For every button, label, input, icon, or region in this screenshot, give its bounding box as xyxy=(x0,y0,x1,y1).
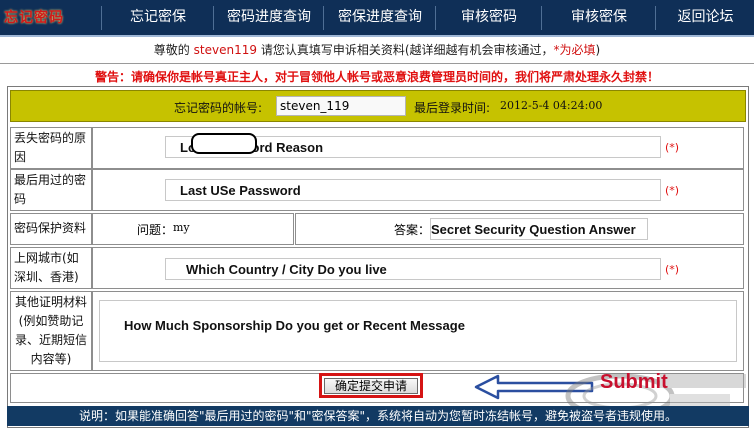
warning-text: 警告：请确保你是帐号真正主人，对于冒领他人帐号或恶意浪费管理员时间的，我们将严肃… xyxy=(94,70,659,84)
city-label: 上网城市(如深圳、香港) xyxy=(10,247,92,289)
question-label: 问题： xyxy=(137,223,174,237)
notice-required: *为必填 xyxy=(553,43,596,57)
answer-label: 答案： xyxy=(394,223,431,237)
top-nav: 忘记密码 忘记密保 密码进度查询 密保进度查询 审核密码 审核密保 返回论坛 xyxy=(0,0,754,35)
question-cell: 问题： my xyxy=(92,213,294,245)
nav-item-security-progress[interactable]: 密保进度查询 xyxy=(325,0,435,35)
answer-input[interactable] xyxy=(430,218,648,240)
last-password-cell: (*) xyxy=(92,169,744,211)
notice-suffix: ) xyxy=(595,43,601,57)
proof-textarea[interactable]: How Much Sponsorship Do you get or Recen… xyxy=(99,300,737,362)
nav-item-password-progress[interactable]: 密码进度查询 xyxy=(215,0,323,35)
nav-separator xyxy=(655,6,656,30)
last-login-value: 2012-5-4 04:24:00 xyxy=(500,99,603,112)
nav-separator xyxy=(435,6,436,30)
divider xyxy=(0,63,754,64)
city-input[interactable] xyxy=(165,258,661,280)
account-header-row: 忘记密码的帐号: 最后登录时间: 2012-5-4 04:24:00 xyxy=(10,90,746,122)
notice-middle: 请您认真填写申诉相关资料(越详细越有机会审核通过， xyxy=(260,43,554,57)
question-value: my xyxy=(173,221,190,234)
notice-prefix: 尊敬的 xyxy=(153,43,190,57)
nav-item-forgot-security[interactable]: 忘记密保 xyxy=(103,0,213,35)
site-logo: 忘记密码 xyxy=(4,10,64,26)
nav-underline xyxy=(0,35,754,37)
nav-item-back-to-forum[interactable]: 返回论坛 xyxy=(657,0,754,35)
proof-label: 其他证明材料(例如赞助记录、近期短信内容等) xyxy=(10,291,92,371)
notice-line: 尊敬的 steven119 请您认真填写申诉相关资料(越详细越有机会审核通过，*… xyxy=(0,41,754,58)
footer-note: 说明：如果能准确回答"最后用过的密码"和"密保答案"，系统将自动为您暂时冻结帐号… xyxy=(7,406,749,426)
last-password-input[interactable] xyxy=(165,179,661,201)
nav-separator xyxy=(213,6,214,30)
proof-cell: How Much Sponsorship Do you get or Recen… xyxy=(92,291,744,371)
account-input[interactable] xyxy=(276,96,406,116)
required-mark: (*) xyxy=(665,184,680,197)
required-mark: (*) xyxy=(665,141,680,154)
nav-separator xyxy=(101,6,102,30)
redacted-question xyxy=(191,133,257,154)
nav-item-review-security[interactable]: 审核密保 xyxy=(543,0,655,35)
submit-annotation: Submit xyxy=(600,371,668,393)
nav-item-review-password[interactable]: 审核密码 xyxy=(437,0,541,35)
security-label: 密码保护资料 xyxy=(10,213,92,245)
account-label: 忘记密码的帐号: xyxy=(174,101,263,115)
last-password-label: 最后用过的密码 xyxy=(10,169,92,211)
submit-highlight-box: 确定提交申请 xyxy=(319,373,423,398)
required-mark: (*) xyxy=(665,263,680,276)
last-login-label: 最后登录时间: xyxy=(414,101,491,115)
nav-separator xyxy=(323,6,324,30)
lost-reason-label: 丢失密码的原因 xyxy=(10,127,92,169)
notice-username: steven119 xyxy=(193,43,257,57)
city-cell: (*) xyxy=(92,247,744,289)
submit-button[interactable]: 确定提交申请 xyxy=(324,378,418,394)
nav-separator xyxy=(541,6,542,30)
answer-cell: 答案： xyxy=(295,213,744,245)
lost-reason-cell: (*) xyxy=(92,127,744,169)
